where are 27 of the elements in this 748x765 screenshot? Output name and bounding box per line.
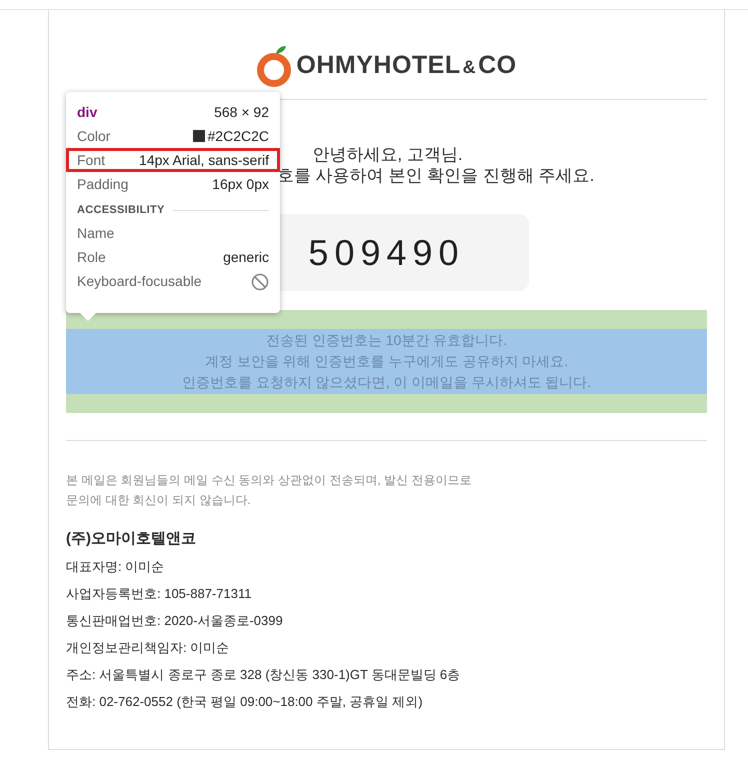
element-size: 568 × 92 <box>214 103 269 122</box>
property-label: Color <box>77 126 110 146</box>
greeting-text: 안녕하세요, 고객님. <box>311 144 463 165</box>
property-label: Keyboard-focusable <box>77 272 202 291</box>
property-label: Role <box>77 248 106 267</box>
disclaimer-text: 본 메일은 회원님들의 메일 수신 동의와 상관없이 전송되며, 발신 전용이므로 문의에 대한 회신이 되지 않습니다. <box>66 472 472 509</box>
property-label: Font <box>77 150 106 170</box>
property-value: 14px Arial, sans-serif <box>139 150 269 170</box>
property-label: Padding <box>77 174 128 194</box>
property-value: 16px 0px <box>212 174 269 194</box>
company-detail: 사업자등록번호: 105-887-71311 <box>66 585 252 603</box>
instruction-text: 호를 사용하여 본인 확인을 진행해 주세요. <box>277 165 596 186</box>
notice-panel: 전송된 인증번호는 10분간 유효합니다. 계정 보안을 위해 인증번호를 누구에게도 공유하지 마세요. 인증번호를 요청하지 않으셨다면, 이 이메일을 무시하셔도 됩니다. <box>66 329 707 394</box>
company-detail: 전화: 02-762-0552 (한국 평일 09:00~18:00 주말, 공휴일 제외) <box>66 693 424 711</box>
logo-wordmark: OHMYHOTEL&CO <box>296 53 517 78</box>
property-label: Name <box>77 224 114 243</box>
company-name: (주)오마이호텔앤코 <box>66 529 197 549</box>
not-allowed-icon <box>251 272 269 290</box>
company-detail: 주소: 서울특별시 종로구 종로 328 (창신동 330-1)GT 동대문빌딩 6층 <box>66 666 462 684</box>
company-detail: 개인정보관리책임자: 이미순 <box>66 639 230 657</box>
property-value: #2C2C2C <box>208 126 269 146</box>
property-value: generic <box>223 248 269 267</box>
color-swatch-icon <box>192 130 205 142</box>
element-tag: div <box>77 100 98 124</box>
section-heading: ACCESSIBILITY <box>77 203 165 218</box>
company-detail: 통신판매업번호: 2020-서울종로-0399 <box>66 612 284 630</box>
company-detail: 대표자명: 이미순 <box>66 558 166 576</box>
